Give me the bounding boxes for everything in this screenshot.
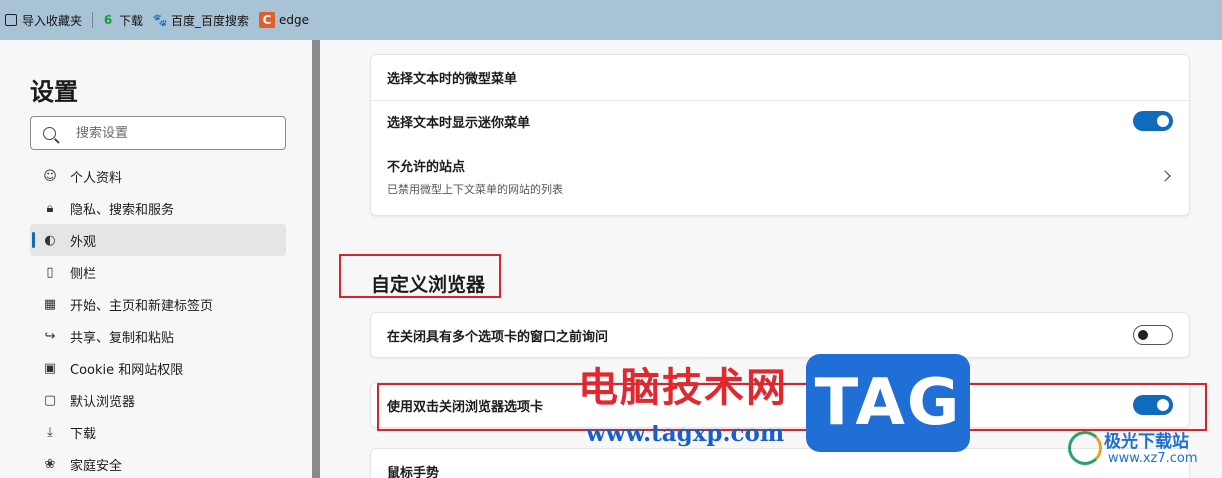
favorite-baidu[interactable]: 🐾 百度_百度搜索 [149,0,255,40]
sidebar-item-family[interactable]: ❀ 家庭安全 [30,448,286,478]
page-title: 设置 [30,78,78,106]
baidu-paw-icon: 🐾 [152,13,168,27]
favorite-label: edge [279,13,310,27]
share-icon: ↪ [44,328,56,344]
cookie-icon: ▣ [43,360,57,376]
highlight-box [339,254,501,298]
sidebar-item-label: 个人资料 [70,170,123,186]
sidebar-item-label: 开始、主页和新建标签页 [70,298,214,314]
setting-label: 在关闭具有多个选项卡的窗口之前询问 [387,329,609,345]
aurora-logo-icon [1068,431,1102,465]
sidebar-item-label: 外观 [70,234,97,250]
profile-icon: ☺ [43,168,57,184]
watermark-url: www.tagxp.com [586,420,785,447]
watermark-site-logo: 极光下载站 www.xz7.com [1068,425,1218,473]
sidebar-item-profile[interactable]: ☺ 个人资料 [30,160,286,192]
setting-description: 已禁用微型上下文菜单的网站的列表 [387,182,563,196]
browser-icon: ▢ [43,392,57,408]
show-mini-menu-row[interactable]: 选择文本时显示迷你菜单 [371,101,1189,141]
watermark-text: 电脑技术网 [578,365,788,411]
ask-before-close-card: 在关闭具有多个选项卡的窗口之前询问 [370,312,1190,358]
settings-nav: ☺ 个人资料 🔒︎ 隐私、搜索和服务 ◐ 外观 ▯ 侧栏 ▦ 开始、主页和新建标… [30,160,286,478]
download-icon: ⤓ [47,424,53,440]
sidebar-item-sidebar[interactable]: ▯ 侧栏 [30,256,286,288]
favorites-separator [92,12,94,28]
family-icon: ❀ [44,456,56,472]
disallowed-sites-row[interactable]: 不允许的站点 已禁用微型上下文菜单的网站的列表 [371,141,1189,211]
favorite-label: 下载 [119,13,144,28]
sidebar-item-default-browser[interactable]: ▢ 默认浏览器 [30,384,286,416]
sidebar-item-label: 下载 [70,426,97,442]
favorites-bar: 导入收藏夹 6 下载 🐾 百度_百度搜索 C edge [0,0,1222,40]
favorite-download[interactable]: 6 下载 [97,0,149,40]
sidebar-item-label: Cookie 和网站权限 [70,362,184,378]
favorite-label: 百度_百度搜索 [171,13,250,28]
mini-menu-card: 选择文本时的微型菜单 选择文本时显示迷你菜单 不允许的站点 已禁用微型上下文菜单… [370,54,1190,216]
lock-icon: 🔒︎ [46,200,54,216]
mini-menu-card-header: 选择文本时的微型菜单 [371,55,1189,101]
watermark-site-url: www.xz7.com [1108,451,1198,466]
highlight-box [377,383,1207,431]
sidebar-item-cookies[interactable]: ▣ Cookie 和网站权限 [30,352,286,384]
sidebar-item-start-home[interactable]: ▦ 开始、主页和新建标签页 [30,288,286,320]
mouse-gesture-card: 鼠标手势 [370,448,1190,478]
search-icon [43,126,56,140]
chevron-right-icon [1159,170,1171,182]
sidebar-item-label: 家庭安全 [70,458,123,474]
watermark-site-name: 极光下载站 [1104,432,1189,452]
palette-icon: ◐ [44,232,56,248]
ask-before-close-toggle[interactable] [1133,325,1173,345]
card-header-label: 选择文本时的微型菜单 [387,72,518,87]
show-mini-menu-toggle[interactable] [1133,111,1173,131]
sidebar-item-label: 共享、复制和粘贴 [70,330,175,346]
setting-label: 鼠标手势 [387,465,440,478]
sidebar-item-appearance[interactable]: ◐ 外观 [30,224,286,256]
import-icon [5,14,17,26]
sidebar-item-label: 默认浏览器 [70,394,136,410]
sidebar-icon: ▯ [46,264,54,280]
search-input[interactable] [76,125,266,141]
home-icon: ▦ [43,296,57,312]
download-site-icon: 6 [103,13,113,27]
setting-label: 选择文本时显示迷你菜单 [387,115,531,131]
setting-label: 不允许的站点 [387,159,466,175]
favorite-edge[interactable]: C edge [255,0,315,40]
c-site-icon: C [259,12,276,28]
sidebar-item-share[interactable]: ↪ 共享、复制和粘贴 [30,320,286,352]
watermark-tag-logo: TAG [806,354,970,452]
favorite-import[interactable]: 导入收藏夹 [0,0,88,40]
ask-before-close-row[interactable]: 在关闭具有多个选项卡的窗口之前询问 [371,313,1189,357]
sidebar-item-label: 隐私、搜索和服务 [70,202,175,218]
sidebar-item-downloads[interactable]: ⤓ 下载 [30,416,286,448]
sidebar-scrollbar[interactable] [312,40,320,478]
sidebar-item-privacy[interactable]: 🔒︎ 隐私、搜索和服务 [30,192,286,224]
mouse-gesture-row[interactable]: 鼠标手势 [371,449,1189,478]
sidebar-item-label: 侧栏 [70,266,97,282]
favorite-label: 导入收藏夹 [22,13,83,28]
search-box[interactable] [30,116,286,150]
